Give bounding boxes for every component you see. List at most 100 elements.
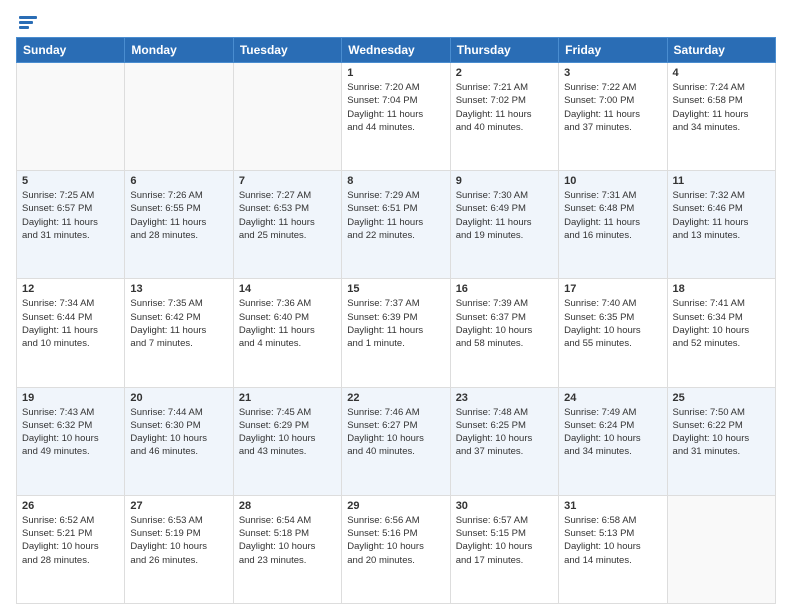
day-number: 25 [673,392,770,404]
calendar-cell: 31 Sunrise: 6:58 AM Sunset: 5:13 PM Dayli… [559,495,667,603]
day-number: 24 [564,392,661,404]
day-info: Sunrise: 7:24 AM Sunset: 6:58 PM Dayligh… [673,81,770,134]
weekday-header-thursday: Thursday [450,38,558,63]
day-info: Sunrise: 7:44 AM Sunset: 6:30 PM Dayligh… [130,406,227,459]
calendar-cell: 27 Sunrise: 6:53 AM Sunset: 5:19 PM Dayli… [125,495,233,603]
logo-wrapper [16,16,37,29]
calendar-cell: 1 Sunrise: 7:20 AM Sunset: 7:04 PM Daylig… [342,63,450,171]
day-info: Sunrise: 6:57 AM Sunset: 5:15 PM Dayligh… [456,514,553,567]
day-number: 10 [564,175,661,187]
day-info: Sunrise: 7:35 AM Sunset: 6:42 PM Dayligh… [130,297,227,350]
day-info: Sunrise: 7:31 AM Sunset: 6:48 PM Dayligh… [564,189,661,242]
calendar-cell [125,63,233,171]
day-info: Sunrise: 7:27 AM Sunset: 6:53 PM Dayligh… [239,189,336,242]
day-info: Sunrise: 7:26 AM Sunset: 6:55 PM Dayligh… [130,189,227,242]
day-number: 26 [22,500,119,512]
day-info: Sunrise: 7:29 AM Sunset: 6:51 PM Dayligh… [347,189,444,242]
day-number: 22 [347,392,444,404]
logo-icon [19,16,37,29]
weekday-header-monday: Monday [125,38,233,63]
calendar-cell: 12 Sunrise: 7:34 AM Sunset: 6:44 PM Dayli… [17,279,125,387]
day-number: 23 [456,392,553,404]
calendar-table: SundayMondayTuesdayWednesdayThursdayFrid… [16,37,776,604]
day-number: 12 [22,283,119,295]
day-info: Sunrise: 7:40 AM Sunset: 6:35 PM Dayligh… [564,297,661,350]
logo-line-2 [19,21,33,24]
day-number: 21 [239,392,336,404]
day-info: Sunrise: 6:52 AM Sunset: 5:21 PM Dayligh… [22,514,119,567]
day-number: 30 [456,500,553,512]
calendar-cell: 7 Sunrise: 7:27 AM Sunset: 6:53 PM Daylig… [233,171,341,279]
day-info: Sunrise: 7:30 AM Sunset: 6:49 PM Dayligh… [456,189,553,242]
day-info: Sunrise: 7:49 AM Sunset: 6:24 PM Dayligh… [564,406,661,459]
day-info: Sunrise: 7:46 AM Sunset: 6:27 PM Dayligh… [347,406,444,459]
calendar-cell: 20 Sunrise: 7:44 AM Sunset: 6:30 PM Dayli… [125,387,233,495]
day-number: 29 [347,500,444,512]
day-info: Sunrise: 7:22 AM Sunset: 7:00 PM Dayligh… [564,81,661,134]
calendar-cell [17,63,125,171]
calendar-cell: 15Sunrise: 7:37 AM Sunset: 6:39 PM Dayli… [342,279,450,387]
header [16,16,776,29]
day-number: 4 [673,67,770,79]
calendar-week-2: 5Sunrise: 7:25 AM Sunset: 6:57 PM Daylig… [17,171,776,279]
day-info: Sunrise: 7:43 AM Sunset: 6:32 PM Dayligh… [22,406,119,459]
day-number: 9 [456,175,553,187]
day-number: 20 [130,392,227,404]
calendar-cell: 19Sunrise: 7:43 AM Sunset: 6:32 PM Dayli… [17,387,125,495]
calendar-cell: 22 Sunrise: 7:46 AM Sunset: 6:27 PM Dayli… [342,387,450,495]
calendar-cell: 16Sunrise: 7:39 AM Sunset: 6:37 PM Dayli… [450,279,558,387]
day-number: 17 [564,283,661,295]
logo-line-3 [19,26,29,29]
day-number: 28 [239,500,336,512]
day-number: 7 [239,175,336,187]
day-info: Sunrise: 6:58 AM Sunset: 5:13 PM Dayligh… [564,514,661,567]
day-info: Sunrise: 6:53 AM Sunset: 5:19 PM Dayligh… [130,514,227,567]
main-container: SundayMondayTuesdayWednesdayThursdayFrid… [0,0,792,612]
day-info: Sunrise: 7:32 AM Sunset: 6:46 PM Dayligh… [673,189,770,242]
calendar-week-3: 12 Sunrise: 7:34 AM Sunset: 6:44 PM Dayli… [17,279,776,387]
day-number: 14 [239,283,336,295]
day-info: Sunrise: 7:41 AM Sunset: 6:34 PM Dayligh… [673,297,770,350]
weekday-header-wednesday: Wednesday [342,38,450,63]
calendar-cell: 3Sunrise: 7:22 AM Sunset: 7:00 PM Daylig… [559,63,667,171]
calendar-cell: 23 Sunrise: 7:48 AM Sunset: 6:25 PM Dayli… [450,387,558,495]
weekday-header-friday: Friday [559,38,667,63]
day-info: Sunrise: 7:36 AM Sunset: 6:40 PM Dayligh… [239,297,336,350]
day-info: Sunrise: 7:34 AM Sunset: 6:44 PM Dayligh… [22,297,119,350]
calendar-cell: 24 Sunrise: 7:49 AM Sunset: 6:24 PM Dayli… [559,387,667,495]
day-info: Sunrise: 6:54 AM Sunset: 5:18 PM Dayligh… [239,514,336,567]
calendar-cell: 9 Sunrise: 7:30 AM Sunset: 6:49 PM Daylig… [450,171,558,279]
day-number: 11 [673,175,770,187]
day-info: Sunrise: 7:50 AM Sunset: 6:22 PM Dayligh… [673,406,770,459]
calendar-week-4: 19Sunrise: 7:43 AM Sunset: 6:32 PM Dayli… [17,387,776,495]
calendar-cell: 30 Sunrise: 6:57 AM Sunset: 5:15 PM Dayli… [450,495,558,603]
day-info: Sunrise: 7:20 AM Sunset: 7:04 PM Dayligh… [347,81,444,134]
calendar-cell [233,63,341,171]
calendar-cell: 25 Sunrise: 7:50 AM Sunset: 6:22 PM Dayli… [667,387,775,495]
calendar-cell: 18Sunrise: 7:41 AM Sunset: 6:34 PM Dayli… [667,279,775,387]
calendar-cell: 11 Sunrise: 7:32 AM Sunset: 6:46 PM Dayli… [667,171,775,279]
day-number: 1 [347,67,444,79]
calendar-cell: 17 Sunrise: 7:40 AM Sunset: 6:35 PM Dayli… [559,279,667,387]
calendar-cell [667,495,775,603]
day-info: Sunrise: 7:25 AM Sunset: 6:57 PM Dayligh… [22,189,119,242]
calendar-cell: 2Sunrise: 7:21 AM Sunset: 7:02 PM Daylig… [450,63,558,171]
calendar-cell: 6 Sunrise: 7:26 AM Sunset: 6:55 PM Daylig… [125,171,233,279]
weekday-header-tuesday: Tuesday [233,38,341,63]
calendar-cell: 26 Sunrise: 6:52 AM Sunset: 5:21 PM Dayli… [17,495,125,603]
calendar-cell: 21 Sunrise: 7:45 AM Sunset: 6:29 PM Dayli… [233,387,341,495]
calendar-cell: 5Sunrise: 7:25 AM Sunset: 6:57 PM Daylig… [17,171,125,279]
day-info: Sunrise: 7:45 AM Sunset: 6:29 PM Dayligh… [239,406,336,459]
day-info: Sunrise: 7:48 AM Sunset: 6:25 PM Dayligh… [456,406,553,459]
calendar-cell: 14 Sunrise: 7:36 AM Sunset: 6:40 PM Dayli… [233,279,341,387]
calendar-week-5: 26 Sunrise: 6:52 AM Sunset: 5:21 PM Dayli… [17,495,776,603]
calendar-cell: 10 Sunrise: 7:31 AM Sunset: 6:48 PM Dayli… [559,171,667,279]
day-number: 15 [347,283,444,295]
calendar-cell: 4 Sunrise: 7:24 AM Sunset: 6:58 PM Daylig… [667,63,775,171]
day-number: 6 [130,175,227,187]
calendar-cell: 28 Sunrise: 6:54 AM Sunset: 5:18 PM Dayli… [233,495,341,603]
day-number: 27 [130,500,227,512]
calendar-week-1: 1 Sunrise: 7:20 AM Sunset: 7:04 PM Daylig… [17,63,776,171]
logo-line-1 [19,16,37,19]
day-number: 31 [564,500,661,512]
